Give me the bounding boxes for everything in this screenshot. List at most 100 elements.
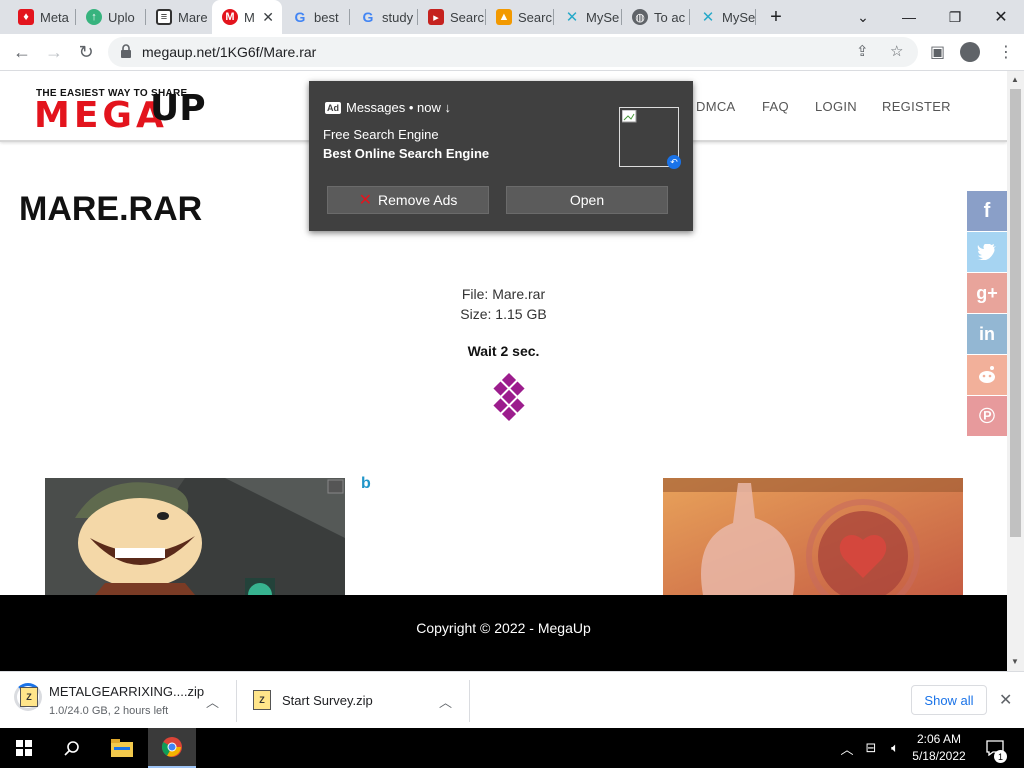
google-icon: G (362, 9, 374, 25)
close-tab-icon[interactable]: ✕ (262, 9, 274, 26)
tab-to-ac[interactable]: ◍ To ac (622, 0, 690, 34)
windows-start-icon[interactable] (0, 728, 48, 768)
chrome-taskbar-icon[interactable] (148, 728, 196, 768)
tab-megaup-active[interactable]: M M ✕ (212, 0, 282, 34)
tab-label: Meta (40, 9, 69, 25)
share-icon[interactable]: ⇪ (856, 42, 869, 60)
browser-toolbar: ← → ↻ megaup.net/1KG6f/Mare.rar ⇪ ☆ ▣ ⋮ (0, 34, 1024, 71)
red-x-icon: ✕ (358, 192, 373, 209)
close-window-icon[interactable]: ✕ (978, 0, 1024, 34)
tab-strip: ♦ Meta ↑ Uplo ≡ Mare M M ✕ G best G stud… (0, 0, 1024, 34)
scroll-up-icon[interactable]: ▲ (1011, 75, 1019, 84)
tab-label: Searc (518, 9, 552, 25)
zip-file-icon: Z (253, 690, 271, 710)
system-clock[interactable]: 2:06 AM 5/18/2022 (906, 731, 972, 765)
file-size: Size: 1.15 GB (460, 306, 547, 322)
download-filename: METALGEARRIXING....zip (49, 684, 205, 699)
bookmark-star-icon[interactable]: ☆ (890, 42, 903, 60)
network-icon[interactable]: ⊟ (860, 728, 882, 768)
download-item-survey[interactable]: Z Start Survey.zip ︿ (237, 672, 469, 729)
megaup-icon: M (222, 9, 238, 25)
ad-badge: Ad (325, 101, 341, 114)
logo-up[interactable]: UP (150, 88, 206, 129)
tab-label: Uplo (108, 9, 135, 25)
tab-best[interactable]: G best (282, 0, 350, 34)
tab-study[interactable]: G study (350, 0, 418, 34)
search-ext-icon: ▲ (496, 9, 512, 25)
remove-ads-button[interactable]: ✕ Remove Ads (327, 186, 489, 214)
reload-icon[interactable]: ↻ (72, 38, 100, 66)
notification-count: 1 (994, 750, 1007, 763)
popup-header: Ad Messages • now ↓ (325, 100, 451, 115)
google-plus-share-icon[interactable]: g+ (967, 273, 1007, 313)
copyright-text: Copyright © 2022 - MegaUp (416, 620, 591, 636)
minimize-icon[interactable]: — (886, 0, 932, 34)
side-panel-icon[interactable]: ▣ (930, 42, 945, 62)
notification-center-icon[interactable]: 1 (980, 728, 1010, 768)
tab-label: best (314, 9, 339, 25)
profile-avatar-icon[interactable] (960, 42, 980, 62)
tray-chevron-icon[interactable]: ︿ (836, 728, 858, 768)
clock-time: 2:06 AM (916, 732, 962, 746)
open-button[interactable]: Open (506, 186, 668, 214)
myse-icon: ✕ (701, 9, 715, 26)
site-footer: Copyright © 2022 - MegaUp (0, 595, 1007, 671)
tab-myse-1[interactable]: ✕ MySe (554, 0, 622, 34)
tab-mare[interactable]: ≡ Mare (146, 0, 214, 34)
tab-meta[interactable]: ♦ Meta (8, 0, 76, 34)
nav-login[interactable]: LOGIN (815, 99, 857, 114)
logo[interactable]: MEGA (34, 95, 168, 136)
tab-search-1[interactable]: ▸ Searc (418, 0, 486, 34)
reddit-share-icon[interactable] (967, 355, 1007, 395)
tab-search-chevron-icon[interactable]: ⌄ (840, 0, 886, 34)
page-title: MARE.RAR (19, 190, 203, 228)
myse-icon: ✕ (565, 9, 579, 26)
download-item-metalgear[interactable]: Z METALGEARRIXING....zip 1.0/24.0 GB, 2 … (0, 672, 236, 729)
ad-marker[interactable]: b (361, 475, 371, 493)
ad-banner-right[interactable] (663, 478, 963, 595)
popup-line-1: Free Search Engine (323, 127, 439, 142)
chevron-up-icon[interactable]: ︿ (439, 692, 452, 711)
scroll-thumb[interactable] (1010, 89, 1021, 537)
twitter-share-icon[interactable] (967, 232, 1007, 272)
facebook-share-icon[interactable]: f (967, 191, 1007, 231)
tab-upload[interactable]: ↑ Uplo (76, 0, 146, 34)
wait-countdown: Wait 2 sec. (467, 343, 540, 359)
lock-icon (121, 44, 131, 58)
file-explorer-icon[interactable] (98, 728, 146, 768)
popup-line-2: Best Online Search Engine (323, 146, 490, 161)
url-text: megaup.net/1KG6f/Mare.rar (142, 44, 317, 60)
new-tab-button[interactable]: + (754, 0, 798, 34)
back-icon[interactable]: ← (8, 38, 36, 66)
linkedin-share-icon[interactable]: in (967, 314, 1007, 354)
google-icon: G (294, 9, 306, 25)
ad-banner-left[interactable] (45, 478, 345, 595)
ad-notification-popup: Ad Messages • now ↓ Free Search Engine B… (309, 81, 693, 231)
tab-search-2[interactable]: ▲ Searc (486, 0, 554, 34)
tab-label: M (244, 9, 255, 25)
cartoon-ad-image (45, 478, 345, 595)
file-name: File: Mare.rar (461, 286, 546, 302)
windows-taskbar: ︿ ⊟ 🔈︎ 2:06 AM 5/18/2022 1 (0, 728, 1024, 768)
show-all-button[interactable]: Show all (911, 685, 987, 715)
search-icon[interactable] (48, 728, 96, 768)
nav-faq[interactable]: FAQ (762, 99, 789, 114)
forward-icon[interactable]: → (40, 38, 68, 66)
close-download-bar-icon[interactable]: ✕ (999, 690, 1012, 710)
tab-myse-2[interactable]: ✕ MySe (690, 0, 756, 34)
broken-image-icon: ↶ (619, 107, 681, 169)
remove-ads-label: Remove Ads (378, 192, 458, 208)
menu-kebab-icon[interactable]: ⋮ (998, 42, 1014, 62)
scroll-down-icon[interactable]: ▼ (1011, 657, 1019, 666)
page-scrollbar[interactable]: ▲ ▼ (1007, 71, 1024, 671)
nav-dmca[interactable]: DMCA (696, 99, 735, 114)
reply-icon: ↶ (667, 155, 681, 169)
restore-icon[interactable]: ❐ (932, 0, 978, 34)
pinterest-share-icon[interactable]: ℗ (967, 396, 1007, 436)
download-bar: Z METALGEARRIXING....zip 1.0/24.0 GB, 2 … (0, 671, 1024, 728)
chevron-up-icon[interactable]: ︿ (206, 692, 219, 711)
tab-label: study (382, 9, 414, 25)
nav-register[interactable]: REGISTER (882, 99, 951, 114)
volume-icon[interactable]: 🔈︎ (884, 728, 906, 768)
address-bar[interactable]: megaup.net/1KG6f/Mare.rar ⇪ ☆ (108, 37, 918, 67)
